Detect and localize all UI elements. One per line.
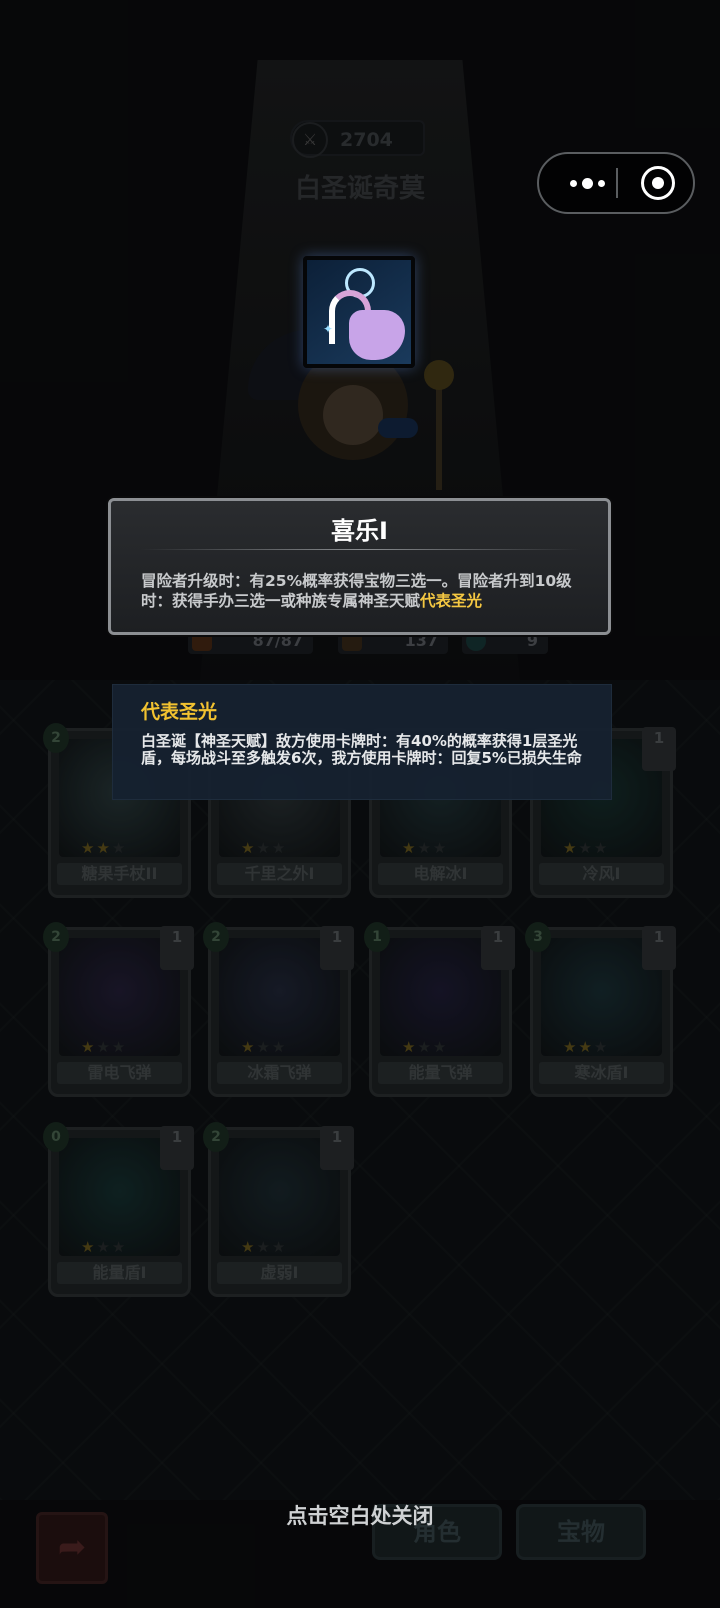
talent-divider bbox=[141, 549, 581, 550]
relic-bag bbox=[349, 310, 405, 360]
close-hint: 点击空白处关闭 bbox=[286, 1504, 434, 1528]
relic-sparkle: ✦ bbox=[323, 322, 334, 336]
miniprogram-capsule bbox=[537, 152, 695, 214]
keyword-title: 代表圣光 bbox=[141, 701, 218, 723]
keyword-tooltip: 代表圣光 白圣诞【神圣天赋】敌方使用卡牌时：有40%的概率获得1层圣光盾，每场战… bbox=[112, 684, 612, 800]
target-circle-icon[interactable] bbox=[641, 166, 675, 200]
modal-backdrop[interactable] bbox=[0, 0, 720, 1608]
keyword-description: 白圣诞【神圣天赋】敌方使用卡牌时：有40%的概率获得1层圣光盾，每场战斗至多触发… bbox=[141, 732, 582, 767]
talent-popup: 喜乐I 冒险者升级时：有25%概率获得宝物三选一。冒险者升到10级时：获得手办三… bbox=[108, 498, 611, 635]
talent-title: 喜乐I bbox=[331, 517, 388, 545]
candy-bag-icon: ✦ bbox=[303, 256, 415, 368]
talent-description-text: 冒险者升级时：有25%概率获得宝物三选一。冒险者升到10级时：获得手办三选一或种… bbox=[141, 572, 572, 610]
talent-description: 冒险者升级时：有25%概率获得宝物三选一。冒险者升到10级时：获得手办三选一或种… bbox=[141, 571, 586, 611]
more-dots-icon[interactable] bbox=[559, 154, 615, 212]
capsule-divider bbox=[616, 168, 618, 198]
talent-keyword-link[interactable]: 代表圣光 bbox=[420, 592, 482, 610]
